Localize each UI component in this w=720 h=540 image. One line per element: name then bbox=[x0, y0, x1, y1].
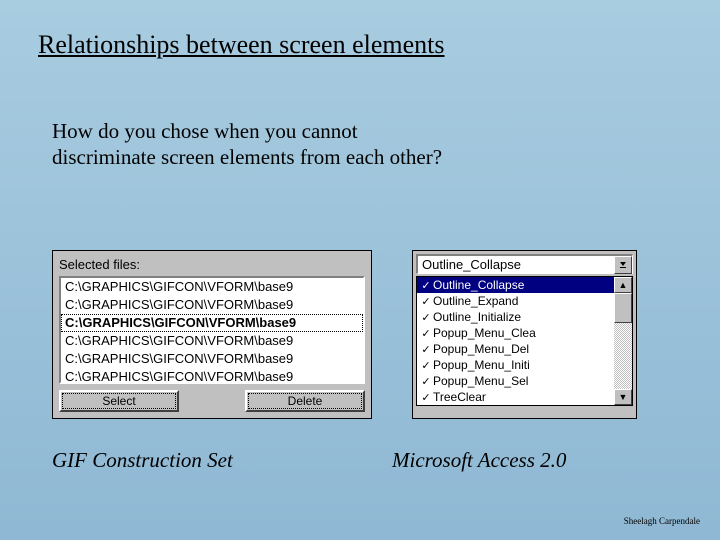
scroll-track[interactable] bbox=[614, 293, 632, 389]
dropdown-item[interactable]: ✓Popup_Menu_Del bbox=[417, 341, 614, 357]
list-item-selected[interactable]: C:\GRAPHICS\GIFCON\VFORM\base9 bbox=[61, 314, 363, 332]
slide-title: Relationships between screen elements bbox=[38, 30, 444, 60]
combo-box[interactable]: Outline_Collapse bbox=[416, 254, 633, 274]
scroll-down-icon[interactable]: ▼ bbox=[614, 389, 632, 405]
select-button[interactable]: Select bbox=[59, 390, 179, 412]
button-row: Select Delete bbox=[59, 390, 365, 412]
check-icon: ✓ bbox=[419, 311, 433, 324]
file-listbox[interactable]: C:\GRAPHICS\GIFCON\VFORM\base9 C:\GRAPHI… bbox=[59, 276, 365, 384]
access-panel: Outline_Collapse ✓Outline_Collapse ✓Outl… bbox=[412, 250, 637, 419]
selected-files-label: Selected files: bbox=[59, 255, 365, 272]
panels: Selected files: C:\GRAPHICS\GIFCON\VFORM… bbox=[52, 250, 637, 419]
list-item[interactable]: C:\GRAPHICS\GIFCON\VFORM\base9 bbox=[61, 350, 363, 368]
check-icon: ✓ bbox=[419, 375, 433, 388]
caption-gif: GIF Construction Set bbox=[52, 448, 392, 473]
dropdown-item[interactable]: ✓Popup_Menu_Initi bbox=[417, 357, 614, 373]
delete-button[interactable]: Delete bbox=[245, 390, 365, 412]
dropdown-list[interactable]: ✓Outline_Collapse ✓Outline_Expand ✓Outli… bbox=[416, 276, 633, 406]
check-icon: ✓ bbox=[419, 359, 433, 372]
question-line-1: How do you chose when you cannot bbox=[52, 119, 358, 143]
dropdown-item-selected[interactable]: ✓Outline_Collapse bbox=[417, 277, 614, 293]
list-item[interactable]: C:\GRAPHICS\GIFCON\VFORM\base9 bbox=[61, 296, 363, 314]
combo-value: Outline_Collapse bbox=[418, 257, 614, 272]
dropdown-item[interactable]: ✓Outline_Expand bbox=[417, 293, 614, 309]
captions: GIF Construction Set Microsoft Access 2.… bbox=[52, 448, 652, 473]
check-icon: ✓ bbox=[419, 295, 433, 308]
list-item[interactable]: C:\GRAPHICS\GIFCON\VFORM\base9 bbox=[61, 368, 363, 384]
list-item[interactable]: C:\GRAPHICS\GIFCON\VFORM\base9 bbox=[61, 332, 363, 350]
slide-question: How do you chose when you cannot discrim… bbox=[52, 118, 442, 171]
scroll-up-icon[interactable]: ▲ bbox=[614, 277, 632, 293]
dropdown-item[interactable]: ✓Popup_Menu_Sel bbox=[417, 373, 614, 389]
gif-construction-panel: Selected files: C:\GRAPHICS\GIFCON\VFORM… bbox=[52, 250, 372, 419]
dropdown-arrow-icon[interactable] bbox=[614, 256, 632, 274]
caption-access: Microsoft Access 2.0 bbox=[392, 448, 566, 473]
check-icon: ✓ bbox=[419, 391, 433, 404]
dropdown-item[interactable]: ✓TreeClear bbox=[417, 389, 614, 405]
check-icon: ✓ bbox=[419, 279, 433, 292]
check-icon: ✓ bbox=[419, 327, 433, 340]
scrollbar[interactable]: ▲ ▼ bbox=[614, 277, 632, 405]
dropdown-item[interactable]: ✓Popup_Menu_Clea bbox=[417, 325, 614, 341]
question-line-2: discriminate screen elements from each o… bbox=[52, 145, 442, 169]
dropdown-item[interactable]: ✓Outline_Initialize bbox=[417, 309, 614, 325]
scroll-thumb[interactable] bbox=[614, 293, 632, 323]
check-icon: ✓ bbox=[419, 343, 433, 356]
list-item[interactable]: C:\GRAPHICS\GIFCON\VFORM\base9 bbox=[61, 278, 363, 296]
author-footer: Sheelagh Carpendale bbox=[624, 516, 700, 526]
